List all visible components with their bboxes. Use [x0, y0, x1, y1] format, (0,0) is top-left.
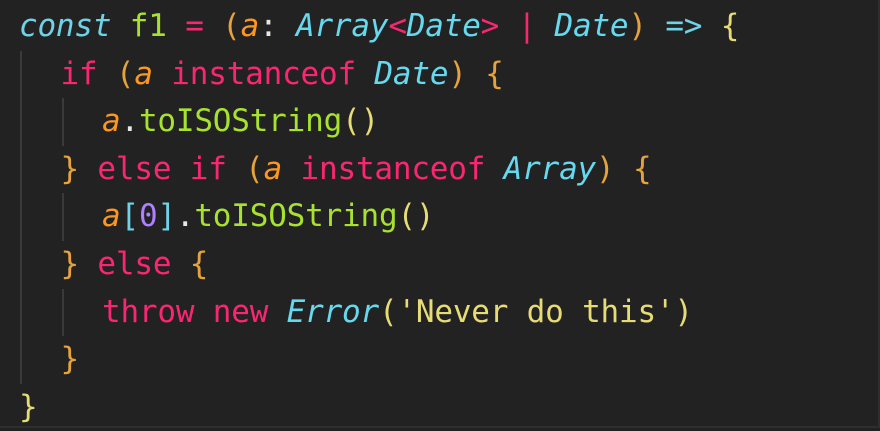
code-token: else	[78, 245, 190, 282]
code-token: Date	[554, 8, 629, 44]
code-token: {	[189, 245, 209, 282]
code-line[interactable]: } else if (a instanceof Array) {	[19, 145, 739, 194]
code-token: )	[596, 150, 615, 187]
code-token: )	[628, 8, 647, 44]
code-token: }	[60, 245, 80, 282]
indent-guide	[19, 240, 61, 289]
code-token: =>	[665, 8, 703, 44]
code-token: [	[120, 198, 139, 235]
indent-guide	[19, 193, 61, 241]
code-line[interactable]: if (a instanceof Date) {	[19, 50, 739, 99]
code-line[interactable]: } else {	[19, 240, 739, 289]
indent-guide-line	[20, 98, 22, 146]
code-token: >	[480, 8, 500, 44]
code-token: ()	[342, 103, 379, 140]
code-token: (	[222, 8, 241, 44]
code-token: )	[674, 293, 693, 330]
code-token: ]	[157, 198, 176, 235]
code-token: .	[120, 103, 139, 140]
code-token: else if	[78, 150, 246, 187]
indent-guide-line	[20, 193, 22, 241]
code-token: a	[263, 150, 283, 187]
code-token: |	[499, 8, 555, 44]
code-token: a	[102, 103, 121, 140]
indent-guide-line	[20, 336, 22, 384]
code-line[interactable]: }	[19, 336, 739, 384]
code-token: ()	[397, 198, 435, 235]
code-token: f1	[111, 8, 186, 44]
indent-guide-line	[20, 145, 22, 194]
code-token: Array	[296, 8, 389, 44]
code-token: a	[102, 198, 121, 235]
code-line[interactable]: const f1 = (a: Array<Date> | Date) => {	[19, 3, 739, 51]
code-token: :	[259, 8, 296, 44]
indent-guide	[19, 288, 61, 337]
code-token: {	[632, 150, 652, 187]
code-token: throw new	[102, 293, 287, 330]
code-token: {	[485, 55, 504, 92]
code-token: toISOString	[194, 198, 398, 235]
code-token: instanceof	[282, 150, 504, 187]
code-token: }	[60, 150, 80, 187]
code-token: Date	[406, 8, 481, 44]
code-line[interactable]: a[0].toISOString()	[19, 193, 739, 241]
indent-guide	[19, 98, 61, 146]
code-token: Error	[286, 293, 380, 330]
code-token: (	[245, 150, 264, 187]
code-block[interactable]: const f1 = (a: Array<Date> | Date) => {i…	[19, 3, 739, 431]
code-token: const	[19, 8, 112, 44]
code-token: 'Never do this'	[397, 293, 675, 330]
code-token: Date	[374, 55, 449, 92]
code-token: (	[115, 55, 135, 92]
code-token: instanceof	[152, 55, 375, 92]
indent-guide	[61, 98, 103, 146]
code-token: a	[240, 8, 260, 44]
indent-guide-line	[20, 288, 22, 337]
indent-guide-line	[61, 288, 64, 337]
indent-guide	[19, 50, 61, 99]
code-token: )	[448, 55, 467, 92]
code-token: toISOString	[138, 103, 343, 140]
indent-guide	[61, 193, 103, 241]
code-token: =	[185, 8, 204, 44]
indent-guide	[61, 288, 103, 337]
code-token: (	[378, 293, 398, 330]
code-token: Array	[503, 150, 597, 187]
code-line[interactable]: a.toISOString()	[19, 98, 739, 146]
indent-guide-line	[20, 50, 22, 99]
indent-guide-line	[20, 240, 22, 289]
indent-guide	[19, 336, 61, 384]
code-token: a	[134, 55, 153, 92]
code-token: }	[19, 388, 38, 425]
code-token: }	[60, 341, 80, 378]
code-token: {	[720, 8, 740, 44]
code-token: <	[388, 8, 407, 44]
code-line[interactable]: throw new Error('Never do this')	[19, 288, 739, 337]
code-line[interactable]: }	[19, 384, 739, 431]
code-token: if	[60, 55, 98, 92]
code-token: .	[175, 198, 195, 235]
code-editor[interactable]: const f1 = (a: Array<Date> | Date) => {i…	[0, 0, 880, 428]
indent-guide	[19, 145, 61, 194]
indent-guide-line	[61, 98, 64, 146]
indent-guide-line	[61, 193, 64, 241]
code-token: 0	[138, 198, 158, 235]
